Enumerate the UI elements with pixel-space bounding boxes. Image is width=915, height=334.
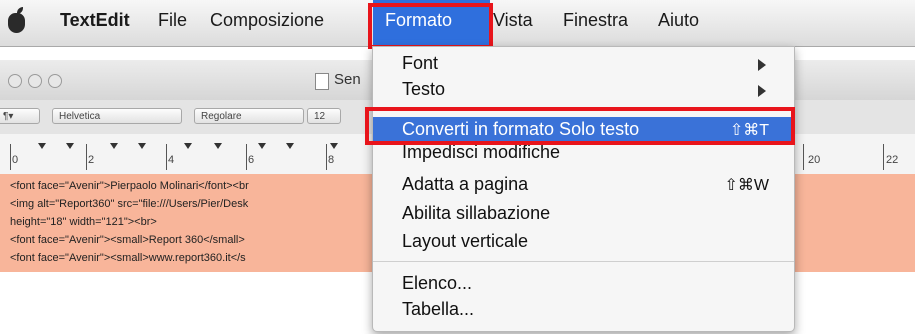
menu-item-label: Tabella... (402, 299, 475, 319)
ruler-tick (326, 144, 327, 170)
ruler-tick (166, 144, 167, 170)
menu-item-elenco[interactable]: Elenco... (373, 271, 794, 297)
menu-vista[interactable]: Vista (493, 10, 533, 31)
ruler-tick (883, 144, 884, 170)
highlight-box-converti (365, 107, 795, 145)
minimize-window-button[interactable] (28, 74, 42, 88)
ruler-label: 4 (168, 154, 175, 166)
document-line: <font face="Avenir"><small>Report 360</s… (10, 234, 245, 246)
ruler-label: 20 (808, 154, 821, 166)
shortcut-label: ⇧⌘W (724, 177, 769, 194)
ruler-label: 0 (12, 154, 19, 166)
tab-stop-icon[interactable] (66, 143, 74, 149)
document-line: <font face="Avenir"><small>www.report360… (10, 252, 246, 264)
menu-item-adatta-a-pagina[interactable]: Adatta a pagina ⇧⌘W (373, 172, 794, 198)
document-icon (315, 73, 329, 90)
menu-file[interactable]: File (158, 10, 187, 31)
menu-item-label: Layout verticale (402, 231, 529, 251)
menu-item-impedisci-modifiche[interactable]: Impedisci modifiche (373, 144, 794, 164)
font-style-popup[interactable]: Regolare (194, 108, 304, 124)
menu-separator (373, 261, 794, 262)
tab-stop-icon[interactable] (38, 143, 46, 149)
menu-item-testo[interactable]: Testo (373, 77, 794, 103)
ruler-label: 2 (88, 154, 95, 166)
font-size-field[interactable]: 12 (307, 108, 341, 124)
menu-item-abilita-sillabazione[interactable]: Abilita sillabazione (373, 201, 794, 227)
ruler-label: 22 (886, 154, 899, 166)
window-title: Sen (334, 71, 361, 88)
tab-stop-icon[interactable] (330, 143, 338, 149)
tab-stop-icon[interactable] (110, 143, 118, 149)
tab-stop-icon[interactable] (214, 143, 222, 149)
ruler-label: 8 (328, 154, 335, 166)
menu-finestra[interactable]: Finestra (563, 10, 628, 31)
font-family-popup[interactable]: Helvetica (52, 108, 182, 124)
menu-item-font[interactable]: Font (373, 51, 794, 77)
menu-item-label: Elenco... (402, 273, 473, 293)
ruler-label: 6 (248, 154, 255, 166)
document-line: <font face="Avenir">Pierpaolo Molinari</… (10, 180, 249, 192)
tab-stop-icon[interactable] (286, 143, 294, 149)
formato-menu-dropdown: Font Testo Converti in formato Solo test… (372, 46, 795, 332)
menu-item-label: Font (402, 53, 439, 73)
apple-logo-icon[interactable] (8, 7, 25, 33)
menu-app-textedit[interactable]: TextEdit (60, 10, 130, 31)
highlight-box-formato (368, 3, 493, 49)
tab-stop-icon[interactable] (258, 143, 266, 149)
menu-composizione[interactable]: Composizione (210, 10, 324, 31)
tab-stop-icon[interactable] (184, 143, 192, 149)
tab-stop-icon[interactable] (138, 143, 146, 149)
ruler-tick (86, 144, 87, 170)
submenu-arrow-icon (758, 85, 766, 97)
paragraph-style-popup[interactable]: ¶▾ (0, 108, 40, 124)
menu-item-tabella[interactable]: Tabella... (373, 297, 794, 323)
document-line: <img alt="Report360" src="file:///Users/… (10, 198, 249, 210)
menu-item-label: Testo (402, 79, 446, 99)
ruler-tick (246, 144, 247, 170)
ruler-tick (10, 144, 11, 170)
submenu-arrow-icon (758, 59, 766, 71)
zoom-window-button[interactable] (48, 74, 62, 88)
ruler-tick (803, 144, 804, 170)
menu-item-label: Abilita sillabazione (402, 203, 551, 223)
close-window-button[interactable] (8, 74, 22, 88)
document-line: height="18" width="121"><br> (10, 216, 157, 228)
menu-aiuto[interactable]: Aiuto (658, 10, 699, 31)
menu-item-label: Adatta a pagina (402, 174, 529, 194)
menu-item-label: Impedisci modifiche (402, 144, 561, 162)
menu-item-layout-verticale[interactable]: Layout verticale (373, 229, 794, 255)
